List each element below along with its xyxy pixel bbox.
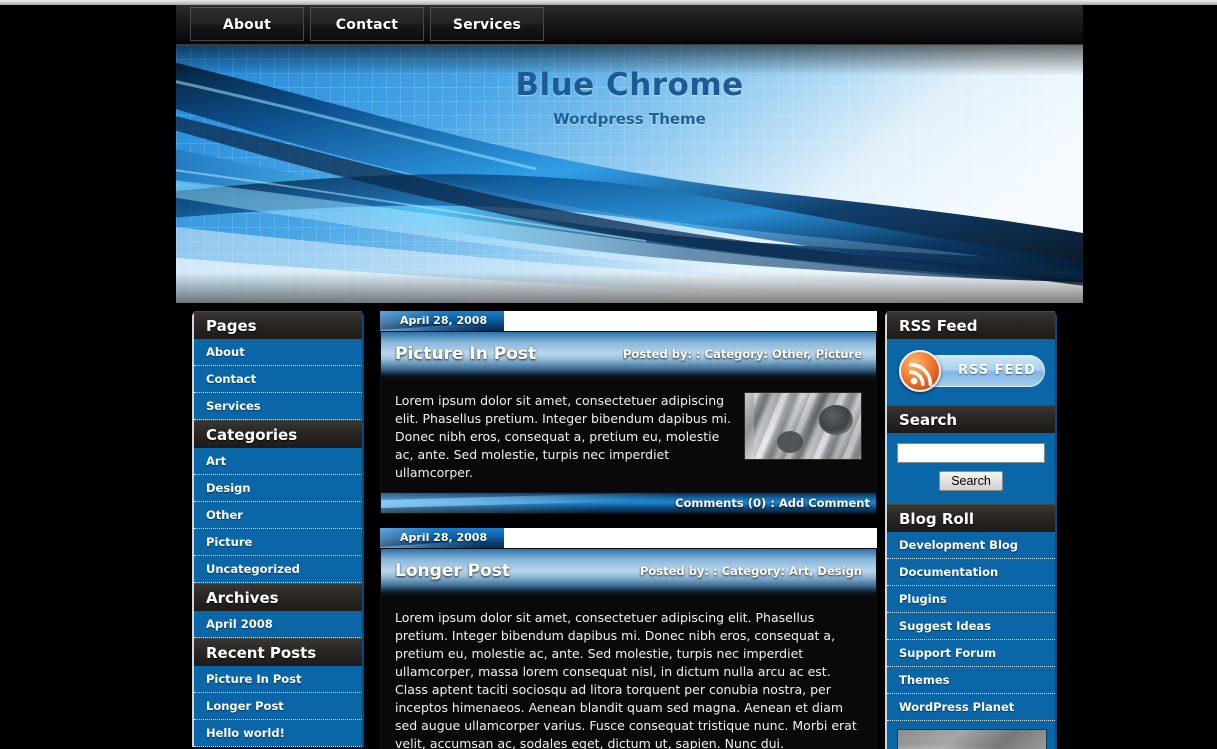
post-meta: Posted by: : Category: Other, Picture <box>623 346 862 361</box>
list-item: Design <box>194 475 362 502</box>
post-body-text: Lorem ipsum dolor sit amet, consectetuer… <box>395 610 857 749</box>
widget-search: Search Search <box>885 405 1057 504</box>
sidebar-thumbnail-body <box>887 721 1055 749</box>
blogroll-list: Development Blog Documentation Plugins S… <box>887 532 1055 721</box>
nav-item-contact[interactable]: Contact <box>310 7 424 41</box>
post-date-row: April 28, 2008 <box>380 528 877 548</box>
widget-rss-feed: RSS Feed RSS FEED <box>885 311 1057 405</box>
page-root: About Contact Services Blue Chrome Wordp… <box>0 0 1217 749</box>
widget-title-search: Search <box>887 405 1055 433</box>
list-item: About <box>194 339 362 366</box>
sidebar-item-other[interactable]: Other <box>194 502 362 528</box>
sidebar-right: RSS Feed RSS FEED Search Search Blog Rol… <box>885 311 1057 749</box>
pages-list: About Contact Services <box>194 339 362 420</box>
widget-title-recent-posts: Recent Posts <box>194 638 362 666</box>
list-item: Suggest Ideas <box>887 613 1055 640</box>
sidebar-left: Pages About Contact Services Categories … <box>192 311 364 747</box>
post-date-row: April 28, 2008 <box>380 311 877 331</box>
header-artwork <box>176 45 1083 303</box>
list-item: Contact <box>194 366 362 393</box>
list-item: Plugins <box>887 586 1055 613</box>
blogroll-item-suggest-ideas[interactable]: Suggest Ideas <box>887 613 1055 639</box>
list-item: Picture <box>194 529 362 556</box>
blogroll-item-development-blog[interactable]: Development Blog <box>887 532 1055 558</box>
widget-blog-roll: Blog Roll Development Blog Documentation… <box>885 504 1057 749</box>
post-title[interactable]: Picture In Post <box>395 344 536 364</box>
rss-feed-body: RSS FEED <box>887 339 1055 405</box>
search-button[interactable]: Search <box>939 471 1003 491</box>
post-footer: Comments (0) : Add Comment <box>380 492 877 514</box>
sidebar-item-about[interactable]: About <box>194 339 362 365</box>
sidebar-item-longer-post[interactable]: Longer Post <box>194 693 362 719</box>
list-item: April 2008 <box>194 611 362 638</box>
blogroll-item-support-forum[interactable]: Support Forum <box>887 640 1055 666</box>
categories-list: Art Design Other Picture Uncategorized <box>194 448 362 583</box>
blogroll-item-themes[interactable]: Themes <box>887 667 1055 693</box>
blogroll-item-plugins[interactable]: Plugins <box>887 586 1055 612</box>
sidebar-item-picture[interactable]: Picture <box>194 529 362 555</box>
widget-pages: Pages About Contact Services <box>192 311 364 420</box>
main-navigation: About Contact Services <box>176 5 1083 45</box>
list-item: Longer Post <box>194 693 362 720</box>
content-wrapper: Pages About Contact Services Categories … <box>176 303 1083 749</box>
sidebar-item-hello-world[interactable]: Hello world! <box>194 720 362 746</box>
list-item: WordPress Planet <box>887 694 1055 721</box>
rss-icon <box>899 350 941 392</box>
sidebar-item-april-2008[interactable]: April 2008 <box>194 611 362 637</box>
recent-posts-list: Picture In Post Longer Post Hello world! <box>194 666 362 747</box>
list-item: Services <box>194 393 362 420</box>
post-column: April 28, 2008 Picture In Post Posted by… <box>380 311 877 749</box>
post-title[interactable]: Longer Post <box>395 561 510 581</box>
widget-title-categories: Categories <box>194 420 362 448</box>
rss-feed-label: RSS FEED <box>957 363 1037 378</box>
list-item: Art <box>194 448 362 475</box>
comments-link[interactable]: Comments (0) <box>675 496 766 510</box>
post-date: April 28, 2008 <box>380 528 504 548</box>
sidebar-item-contact[interactable]: Contact <box>194 366 362 392</box>
widget-archives: Archives April 2008 <box>192 583 364 638</box>
post-thumbnail-image <box>744 392 862 460</box>
post-meta: Posted by: : Category: Art, Design <box>639 563 862 578</box>
sidebar-item-uncategorized[interactable]: Uncategorized <box>194 556 362 582</box>
widget-title-blog-roll: Blog Roll <box>887 504 1055 532</box>
post-body: Lorem ipsum dolor sit amet, consectetuer… <box>380 380 877 492</box>
add-comment-link[interactable]: Add Comment <box>779 496 870 510</box>
blogroll-item-wordpress-planet[interactable]: WordPress Planet <box>887 694 1055 720</box>
post-header: Longer Post Posted by: : Category: Art, … <box>380 548 877 597</box>
post-date: April 28, 2008 <box>380 311 504 331</box>
list-item: Other <box>194 502 362 529</box>
list-item: Uncategorized <box>194 556 362 583</box>
list-item: Themes <box>887 667 1055 694</box>
blogroll-item-documentation[interactable]: Documentation <box>887 559 1055 585</box>
widget-title-rss-feed: RSS Feed <box>887 311 1055 339</box>
rss-waves-icon <box>909 362 933 386</box>
post-picture-in-post: April 28, 2008 Picture In Post Posted by… <box>380 311 877 514</box>
widget-title-pages: Pages <box>194 311 362 339</box>
post-header: Picture In Post Posted by: : Category: O… <box>380 331 877 380</box>
list-item: Support Forum <box>887 640 1055 667</box>
post-longer-post: April 28, 2008 Longer Post Posted by: : … <box>380 528 877 749</box>
sidebar-item-picture-in-post[interactable]: Picture In Post <box>194 666 362 692</box>
list-item: Development Blog <box>887 532 1055 559</box>
search-input[interactable] <box>897 443 1045 463</box>
list-item: Documentation <box>887 559 1055 586</box>
nav-item-services[interactable]: Services <box>430 7 544 41</box>
sidebar-item-services[interactable]: Services <box>194 393 362 419</box>
nav-item-list: About Contact Services <box>190 7 544 41</box>
list-item: Hello world! <box>194 720 362 747</box>
rss-feed-badge[interactable]: RSS FEED <box>897 349 1047 393</box>
search-body: Search <box>887 433 1055 504</box>
sidebar-item-design[interactable]: Design <box>194 475 362 501</box>
footer-separator: : <box>770 496 775 510</box>
list-item: Picture In Post <box>194 666 362 693</box>
site-header-banner: Blue Chrome Wordpress Theme <box>176 45 1083 303</box>
widget-recent-posts: Recent Posts Picture In Post Longer Post… <box>192 638 364 747</box>
post-body: Lorem ipsum dolor sit amet, consectetuer… <box>380 597 877 749</box>
archives-list: April 2008 <box>194 611 362 638</box>
widget-title-archives: Archives <box>194 583 362 611</box>
widget-categories: Categories Art Design Other Picture Unca… <box>192 420 364 583</box>
nav-item-about[interactable]: About <box>190 7 304 41</box>
sidebar-thumbnail-image <box>897 729 1047 749</box>
sidebar-item-art[interactable]: Art <box>194 448 362 474</box>
